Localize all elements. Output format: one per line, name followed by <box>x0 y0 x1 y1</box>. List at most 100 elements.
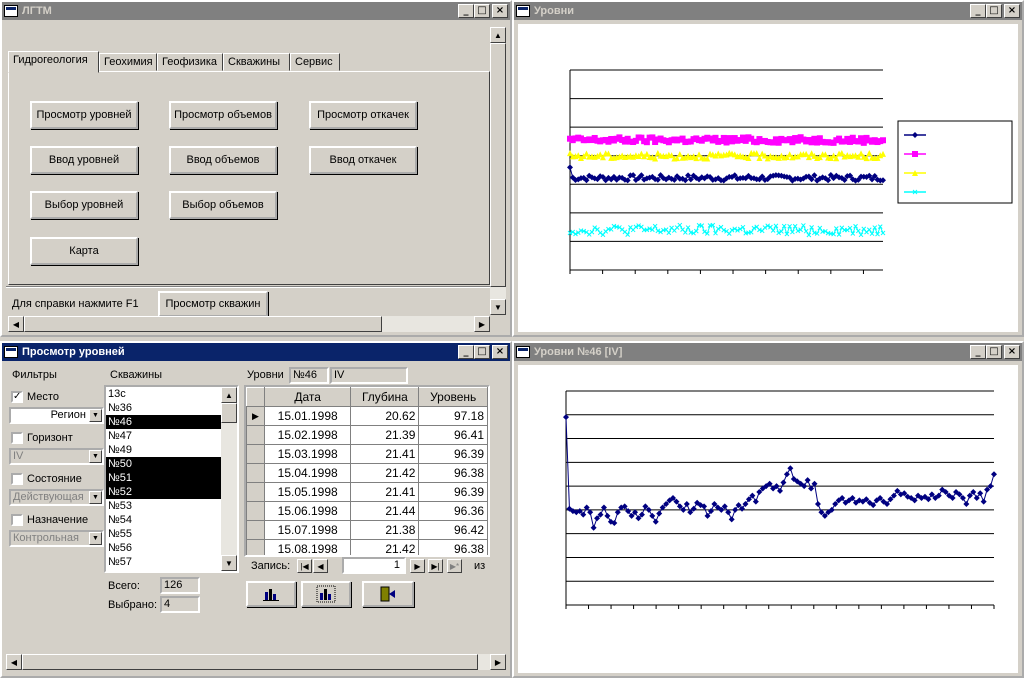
column-header-date[interactable]: Дата <box>263 387 352 407</box>
wells-list-vscroll[interactable]: ▲ ▼ <box>221 387 237 571</box>
select-levels-button[interactable]: Выбор уровней <box>30 191 138 219</box>
chevron-down-icon[interactable]: ▼ <box>89 450 102 463</box>
cell-date[interactable]: 15.04.1998 <box>263 463 352 483</box>
row-selector[interactable] <box>246 539 265 555</box>
filter-state-select[interactable]: Действующая ▼ <box>9 489 104 506</box>
cell-depth[interactable]: 21.41 <box>350 444 420 464</box>
main-hscroll[interactable]: ◀ ▶ <box>8 316 490 332</box>
cell-level[interactable]: 96.39 <box>418 444 488 464</box>
levels46-titlebar[interactable]: Уровни №46 [IV] _ □ × <box>514 343 1022 361</box>
maximize-icon[interactable]: □ <box>986 345 1002 359</box>
table-row[interactable]: 15.07.1998 21.38 96.42 <box>246 520 488 540</box>
well-list-item[interactable]: №51 <box>106 471 221 485</box>
tab-service[interactable]: Сервис <box>290 53 340 71</box>
cell-depth[interactable]: 20.62 <box>350 406 420 426</box>
well-list-item[interactable]: №36 <box>106 401 221 415</box>
form-hscroll[interactable]: ◀ ▶ <box>6 654 506 670</box>
cell-level[interactable]: 96.39 <box>418 482 488 502</box>
cell-date[interactable]: 15.02.1998 <box>263 425 352 445</box>
close-icon[interactable]: × <box>492 345 508 359</box>
filter-place-select[interactable]: Регион ▼ <box>9 407 104 424</box>
close-icon[interactable]: × <box>1004 4 1020 18</box>
input-volumes-button[interactable]: Ввод объемов <box>169 146 277 174</box>
tab-hydrogeology[interactable]: Гидрогеология <box>8 51 99 73</box>
maximize-icon[interactable]: □ <box>986 4 1002 18</box>
cell-depth[interactable]: 21.39 <box>350 425 420 445</box>
scroll-right-icon[interactable]: ▶ <box>490 654 506 670</box>
input-pumping-button[interactable]: Ввод откачек <box>309 146 417 174</box>
levels-titlebar[interactable]: Уровни _ □ × <box>514 2 1022 20</box>
cell-date[interactable]: 15.01.1998 <box>263 406 352 426</box>
exit-button[interactable] <box>362 581 414 607</box>
filter-state-checkbox[interactable] <box>11 473 23 485</box>
cell-level[interactable]: 96.36 <box>418 501 488 521</box>
form-hscroll-thumb[interactable] <box>22 654 478 670</box>
well-list-item[interactable]: №58 <box>106 569 221 571</box>
main-titlebar[interactable]: ЛГТМ _ □ × <box>2 2 510 20</box>
minimize-icon[interactable]: _ <box>970 4 986 18</box>
well-list-item[interactable]: №57 <box>106 555 221 569</box>
cell-depth[interactable]: 21.41 <box>350 482 420 502</box>
scroll-left-icon[interactable]: ◀ <box>6 654 22 670</box>
scroll-down-icon[interactable]: ▼ <box>221 555 237 571</box>
select-volumes-button[interactable]: Выбор объемов <box>169 191 277 219</box>
row-selector[interactable] <box>246 444 265 464</box>
well-list-item[interactable]: №52 <box>106 485 221 499</box>
scroll-up-icon[interactable]: ▲ <box>490 27 506 43</box>
filter-place-checkbox[interactable]: ✓ <box>11 391 23 403</box>
new-record-icon[interactable]: ▶* <box>447 559 462 573</box>
table-row[interactable]: 15.04.1998 21.42 96.38 <box>246 463 488 483</box>
view-volumes-button[interactable]: Просмотр объемов <box>169 101 277 129</box>
well-list-item[interactable]: №47 <box>106 429 221 443</box>
cell-level[interactable]: 96.38 <box>418 539 488 555</box>
tab-geophysics[interactable]: Геофизика <box>157 53 223 71</box>
row-selector[interactable] <box>246 520 265 540</box>
table-row[interactable]: 15.02.1998 21.39 96.41 <box>246 425 488 445</box>
filter-horizon-checkbox[interactable] <box>11 432 23 444</box>
last-record-icon[interactable]: ▶| <box>428 559 443 573</box>
cell-date[interactable]: 15.08.1998 <box>263 539 352 555</box>
hscroll-thumb[interactable] <box>24 316 382 332</box>
chart-single-button[interactable] <box>301 581 351 607</box>
cell-level[interactable]: 96.42 <box>418 520 488 540</box>
close-icon[interactable]: × <box>1004 345 1020 359</box>
row-selector[interactable] <box>246 482 265 502</box>
tab-wells[interactable]: Скважины <box>223 53 290 71</box>
well-list-item[interactable]: №56 <box>106 541 221 555</box>
table-row[interactable]: 15.08.1998 21.42 96.38 <box>246 539 488 555</box>
chevron-down-icon[interactable]: ▼ <box>89 532 102 545</box>
cell-depth[interactable]: 21.42 <box>350 463 420 483</box>
prev-record-icon[interactable]: ◀ <box>313 559 328 573</box>
map-button[interactable]: Карта <box>30 237 138 265</box>
cell-date[interactable]: 15.05.1998 <box>263 482 352 502</box>
scroll-down-icon[interactable]: ▼ <box>490 299 506 315</box>
minimize-icon[interactable]: _ <box>458 4 474 18</box>
table-row[interactable]: ▶ 15.01.1998 20.62 97.18 <box>246 406 488 426</box>
view-levels-button[interactable]: Просмотр уровней <box>30 101 138 129</box>
row-selector[interactable] <box>246 463 265 483</box>
cell-level[interactable]: 96.38 <box>418 463 488 483</box>
scroll-thumb[interactable] <box>490 43 506 287</box>
scroll-left-icon[interactable]: ◀ <box>8 316 24 332</box>
view-levels-titlebar[interactable]: Просмотр уровней _ □ × <box>2 343 510 361</box>
view-pumping-button[interactable]: Просмотр откачек <box>309 101 417 129</box>
row-selector[interactable] <box>246 425 265 445</box>
cell-depth[interactable]: 21.42 <box>350 539 420 555</box>
cell-level[interactable]: 96.41 <box>418 425 488 445</box>
minimize-icon[interactable]: _ <box>970 345 986 359</box>
cell-depth[interactable]: 21.38 <box>350 520 420 540</box>
filter-purpose-checkbox[interactable] <box>11 514 23 526</box>
column-header-depth[interactable]: Глубина <box>350 387 420 407</box>
cell-level[interactable]: 97.18 <box>418 406 488 426</box>
table-row[interactable]: 15.05.1998 21.41 96.39 <box>246 482 488 502</box>
chevron-down-icon[interactable]: ▼ <box>89 491 102 504</box>
filter-horizon-select[interactable]: IV ▼ <box>9 448 104 465</box>
well-list-item[interactable]: №55 <box>106 527 221 541</box>
cell-date[interactable]: 15.03.1998 <box>263 444 352 464</box>
cell-depth[interactable]: 21.44 <box>350 501 420 521</box>
cell-date[interactable]: 15.07.1998 <box>263 520 352 540</box>
tab-geochemistry[interactable]: Геохимия <box>99 53 157 71</box>
maximize-icon[interactable]: □ <box>474 4 490 18</box>
table-row[interactable]: 15.03.1998 21.41 96.39 <box>246 444 488 464</box>
scroll-up-icon[interactable]: ▲ <box>221 387 237 403</box>
